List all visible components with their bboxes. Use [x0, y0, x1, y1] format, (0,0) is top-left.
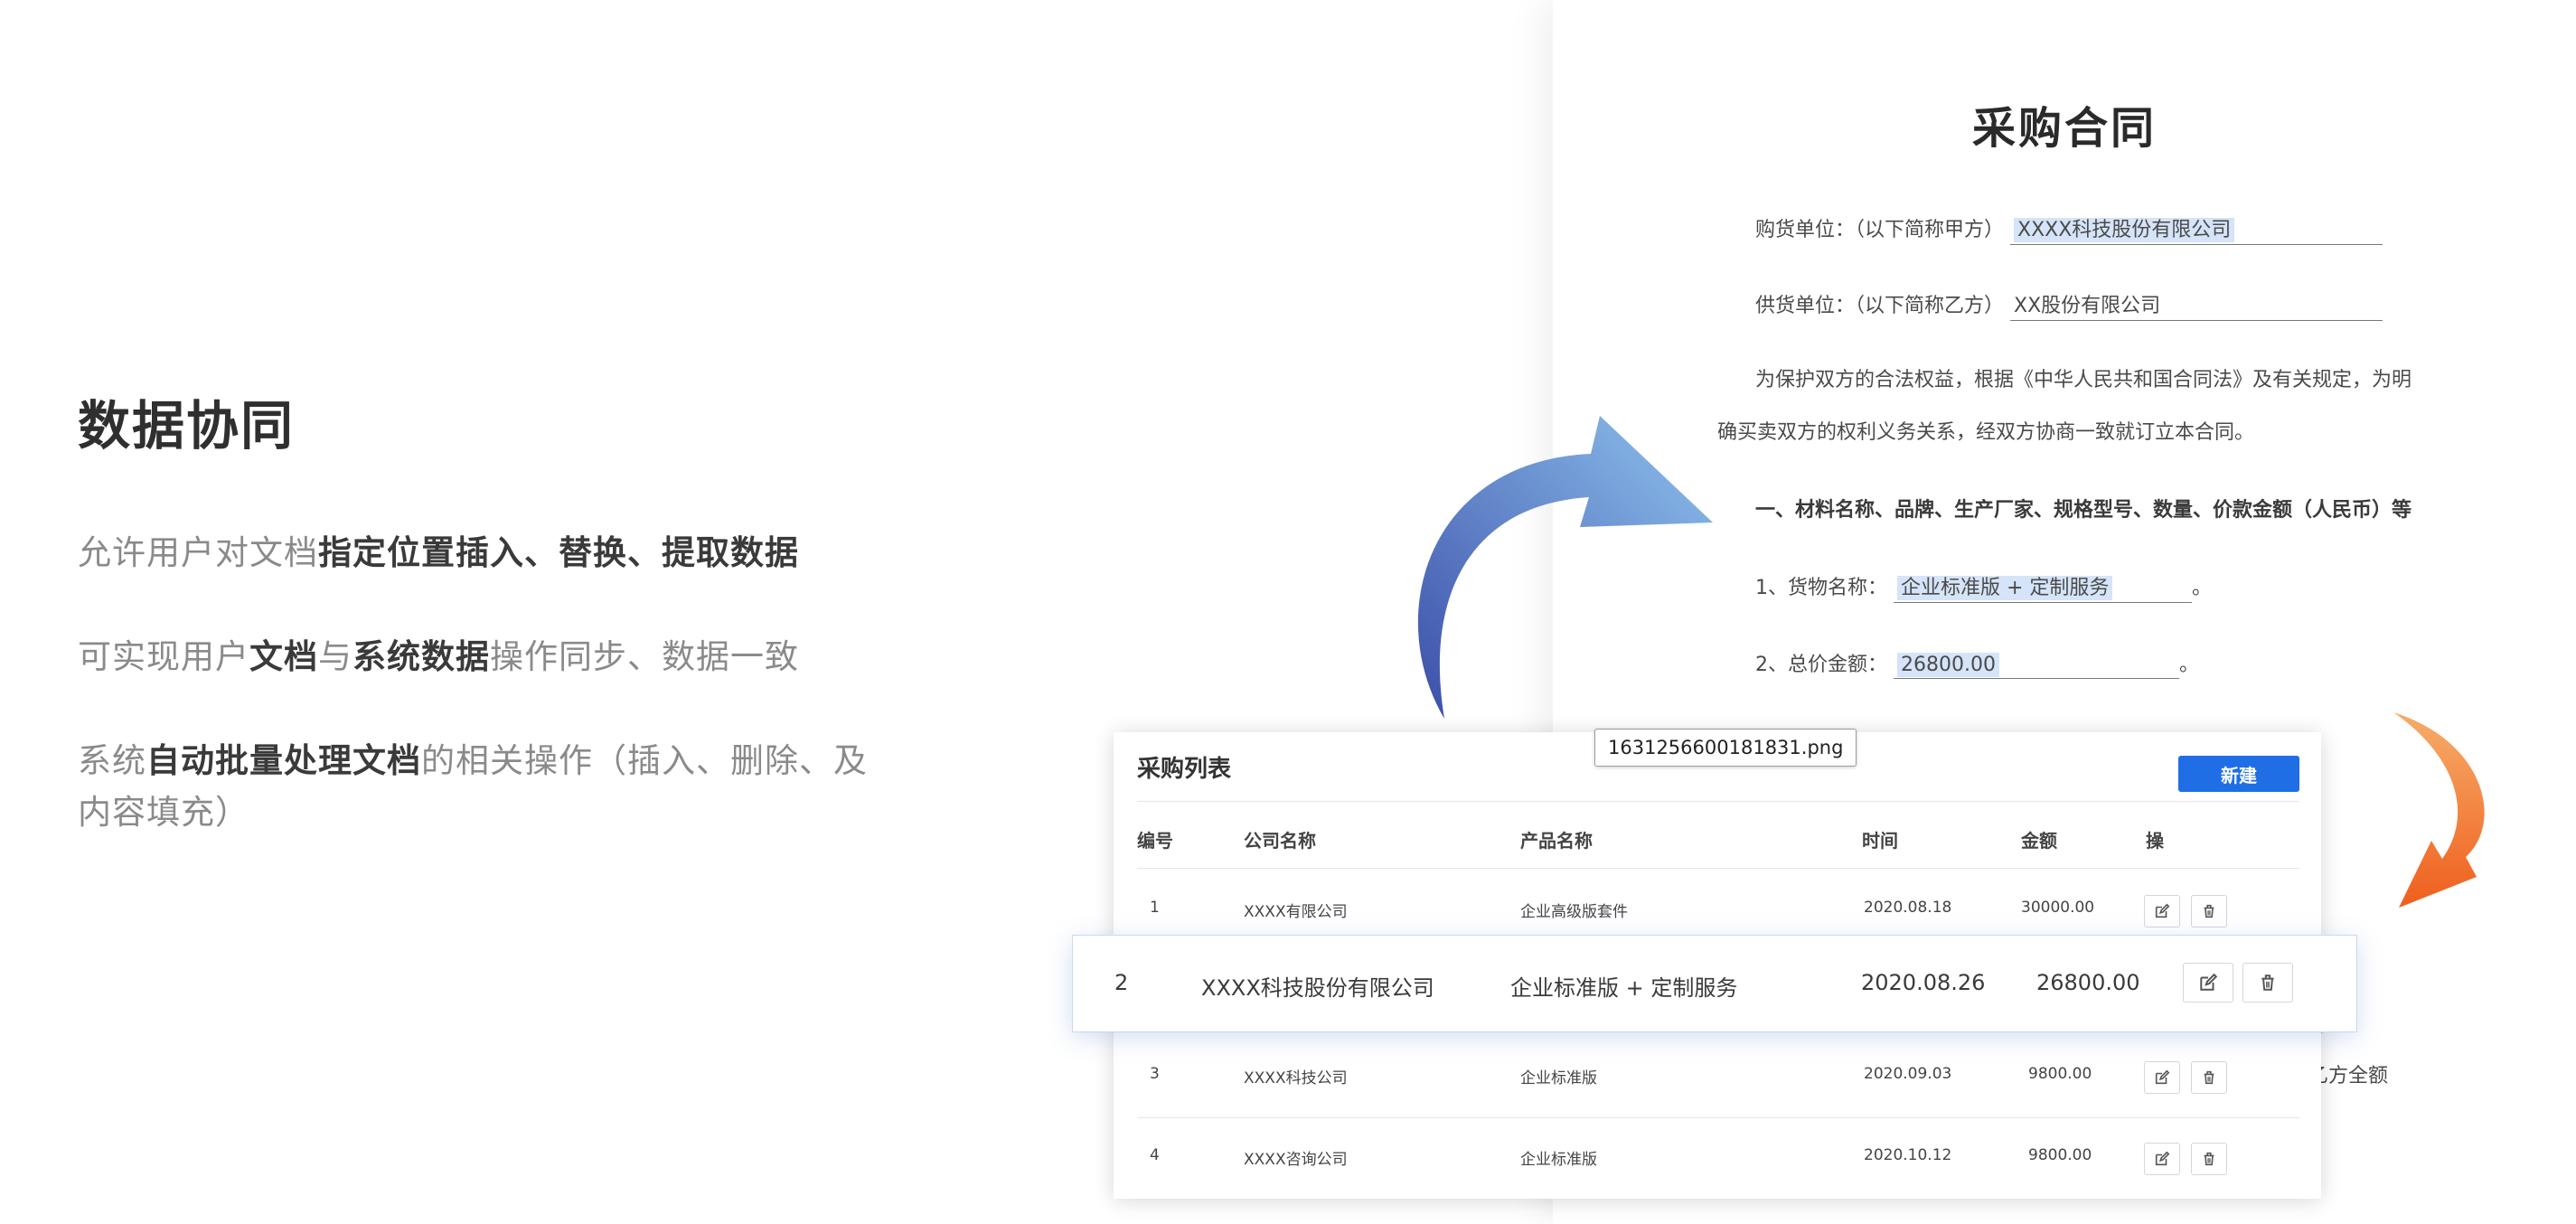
- delete-button[interactable]: [2191, 1143, 2227, 1175]
- feature-line-insert: 允许用户对文档指定位置插入、替换、提取数据: [78, 533, 799, 572]
- cell-id: 3: [1150, 1065, 1160, 1083]
- column-header-actions[interactable]: 操: [2146, 826, 2164, 852]
- cell-amount: 9800.00: [2028, 1146, 2092, 1164]
- trash-icon: [2261, 974, 2274, 991]
- cell-product: 企业标准版: [1520, 1151, 1597, 1169]
- cell-product: 企业高级版套件: [1520, 903, 1628, 921]
- total-amount-field[interactable]: 26800.00: [1894, 653, 2179, 679]
- delete-button[interactable]: [2191, 1061, 2227, 1094]
- contract-section-heading: 一、材料名称、品牌、生产厂家、规格型号、数量、价款金额（人民币）等: [1755, 499, 2412, 522]
- column-header-id[interactable]: 编号: [1137, 826, 1173, 852]
- column-header-date[interactable]: 时间: [1862, 826, 1898, 852]
- edit-button[interactable]: [2144, 1061, 2180, 1094]
- new-button[interactable]: 新建: [2178, 756, 2299, 792]
- buyer-row: 购货单位：（以下简称甲方） XXXX科技股份有限公司: [1755, 213, 2383, 245]
- delete-button[interactable]: [2242, 963, 2293, 1003]
- column-header-product[interactable]: 产品名称: [1520, 826, 1593, 852]
- feature-title: 数据协同: [78, 395, 296, 457]
- cell-company: XXXX咨询公司: [1244, 1151, 1348, 1169]
- table-row[interactable]: 4 XXXX咨询公司 企业标准版 2020.10.12 9800.00: [1114, 1117, 2321, 1199]
- edit-button[interactable]: [2183, 963, 2233, 1003]
- cell-id: 2: [1114, 970, 1129, 995]
- edit-button[interactable]: [2144, 895, 2180, 927]
- edit-icon: [2200, 973, 2218, 991]
- curved-arrow-icon: [2393, 712, 2485, 908]
- column-header-amount[interactable]: 金额: [2021, 826, 2057, 852]
- cell-amount: 9800.00: [2028, 1065, 2092, 1083]
- cell-product: 企业标准版 + 定制服务: [1510, 975, 1738, 1001]
- cell-date: 2020.08.18: [1864, 899, 1952, 917]
- divider: [1137, 801, 2299, 802]
- cell-date: 2020.10.12: [1864, 1146, 1952, 1164]
- cell-product: 企业标准版: [1520, 1069, 1597, 1087]
- contract-title: 采购合同: [1971, 103, 2157, 154]
- cell-amount: 26800.00: [2036, 970, 2140, 995]
- cell-company: XXXX科技公司: [1244, 1069, 1348, 1087]
- buyer-field[interactable]: XXXX科技股份有限公司: [2010, 213, 2383, 245]
- item-name-row: 1、货物名称： 企业标准版 + 定制服务。: [1755, 571, 2212, 603]
- contract-intro: 为保护双方的合法权益，根据《中华人民共和国合同法》及有关规定，为明 确买卖双方的…: [1717, 369, 2412, 444]
- total-amount-row: 2、总价金额： 26800.00。: [1755, 648, 2199, 679]
- feature-line-sync: 可实现用户文档与系统数据操作同步、数据一致: [78, 637, 799, 676]
- table-title: 采购列表: [1137, 756, 1232, 783]
- divider: [1137, 868, 2299, 869]
- cell-amount: 30000.00: [2021, 899, 2095, 917]
- table-row[interactable]: 3 XXXX科技公司 企业标准版 2020.09.03 9800.00: [1114, 1036, 2321, 1117]
- supplier-field[interactable]: XX股份有限公司: [2010, 289, 2383, 321]
- feature-line-batch: 系统自动批量处理文档的相关操作（插入、删除、及内容填充）: [78, 741, 868, 832]
- item-name-field[interactable]: 企业标准版 + 定制服务: [1894, 571, 2192, 603]
- cell-company: XXXX有限公司: [1244, 903, 1348, 921]
- edit-icon: [2155, 903, 2170, 918]
- trash-icon: [2204, 1070, 2214, 1085]
- cell-id: 1: [1150, 899, 1160, 917]
- delete-button[interactable]: [2191, 895, 2227, 927]
- cell-company: XXXX科技股份有限公司: [1201, 975, 1434, 1001]
- table-row-dragged[interactable]: 2 XXXX科技股份有限公司 企业标准版 + 定制服务 2020.08.26 2…: [1072, 935, 2357, 1032]
- trash-icon: [2204, 904, 2214, 918]
- column-header-company[interactable]: 公司名称: [1244, 826, 1316, 852]
- filename-tooltip: 1631256600181831.png: [1594, 729, 1857, 767]
- cell-id: 4: [1150, 1146, 1160, 1164]
- supplier-row: 供货单位：（以下简称乙方） XX股份有限公司: [1755, 289, 2383, 321]
- edit-button[interactable]: [2144, 1143, 2180, 1175]
- edit-icon: [2155, 1151, 2170, 1166]
- curved-arrow-icon: [1417, 416, 1713, 719]
- edit-icon: [2155, 1069, 2170, 1085]
- cell-date: 2020.09.03: [1864, 1065, 1952, 1083]
- cell-date: 2020.08.26: [1861, 970, 1986, 995]
- trash-icon: [2204, 1152, 2214, 1166]
